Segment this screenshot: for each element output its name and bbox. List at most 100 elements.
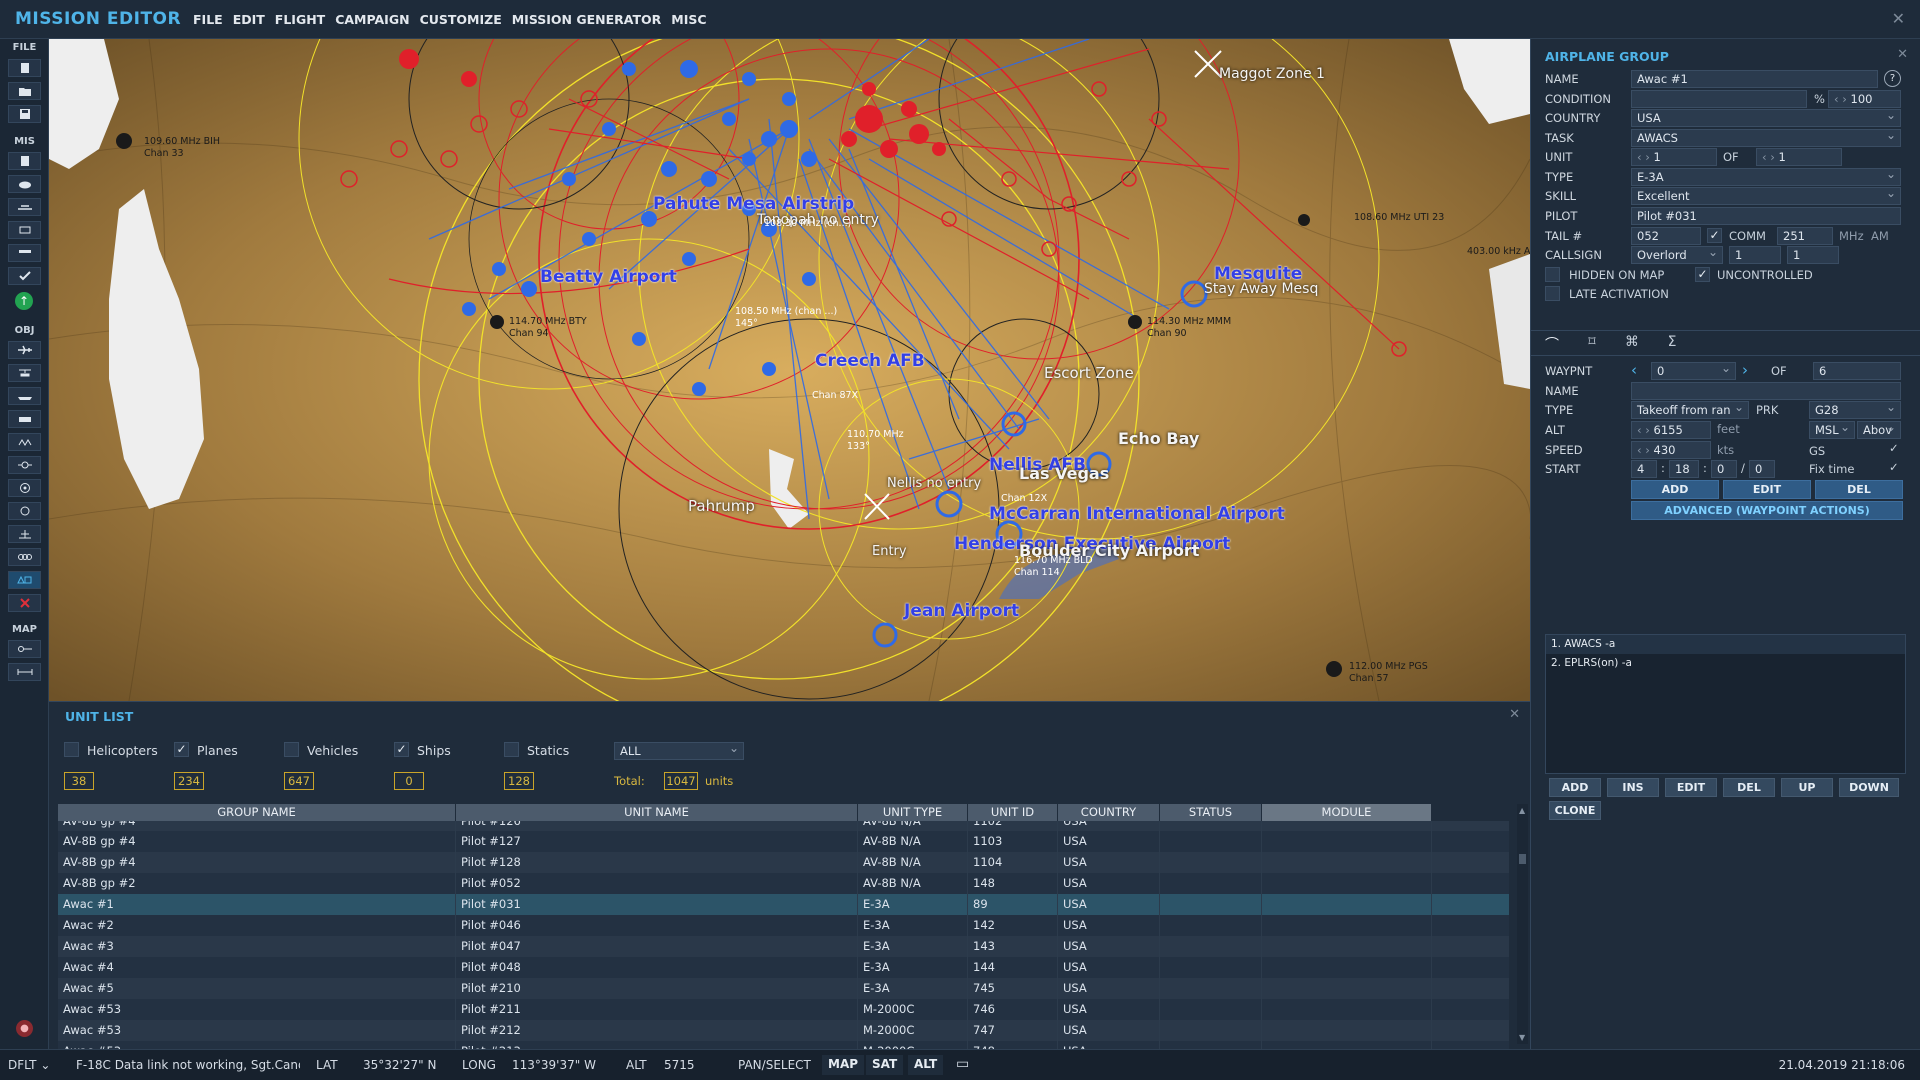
gs-checkbox[interactable]: ✓ (1889, 441, 1899, 455)
filter-vehicles-checkbox[interactable] (284, 742, 299, 757)
menu-flight[interactable]: FLIGHT (275, 12, 325, 27)
skill-select[interactable]: Excellent (1631, 187, 1901, 205)
country-select[interactable]: USA (1631, 109, 1901, 127)
check-icon[interactable] (8, 267, 41, 285)
unit-stepper[interactable]: ‹ › 1 (1631, 148, 1717, 166)
filter-ships-checkbox[interactable]: ✓ (394, 742, 409, 757)
close-icon[interactable]: ✕ (1892, 9, 1905, 28)
start-hour-input[interactable]: 18 (1669, 460, 1699, 478)
targets-tab-icon[interactable]: ⌑ (1577, 334, 1607, 352)
layer-select[interactable]: DFLT ⌄ (8, 1058, 50, 1072)
menu-file[interactable]: FILE (193, 12, 223, 27)
action-insert-button[interactable]: INS (1607, 778, 1659, 797)
probability-stepper[interactable]: ‹ › 100 (1828, 90, 1901, 108)
map-canvas[interactable] (49, 39, 1530, 701)
parking-select[interactable]: G28 (1809, 401, 1901, 419)
callsign-select[interactable]: Overlord (1631, 246, 1723, 264)
add-static-icon[interactable] (8, 433, 41, 451)
col-status[interactable]: STATUS (1160, 804, 1262, 821)
summary-tab-icon[interactable]: Σ (1657, 334, 1687, 352)
close-icon[interactable]: ✕ (1897, 47, 1908, 62)
alt-view-button[interactable]: ALT (908, 1055, 944, 1075)
add-helicopter-icon[interactable] (8, 364, 41, 382)
add-vehicle-icon[interactable] (8, 410, 41, 428)
add-nav-target-icon[interactable] (8, 502, 41, 520)
table-row[interactable]: Awac #4 Pilot #048 E-3A 144 USA (58, 957, 1509, 978)
callsign-number-1[interactable]: 1 (1729, 246, 1781, 264)
col-unit-id[interactable]: UNIT ID (968, 804, 1058, 821)
waypoint-name-input[interactable] (1631, 382, 1901, 400)
add-zone-icon[interactable] (8, 479, 41, 497)
callsign-number-2[interactable]: 1 (1787, 246, 1839, 264)
hidden-on-map-checkbox[interactable] (1545, 267, 1560, 282)
table-row[interactable]: AV-8B gp #2 Pilot #052 AV-8B N/A 148 USA (58, 873, 1509, 894)
col-country[interactable]: COUNTRY (1058, 804, 1160, 821)
speed-stepper[interactable]: ‹ › 430 (1631, 441, 1711, 459)
altitude-stepper[interactable]: ‹ › 6155 (1631, 421, 1711, 439)
mission-goals-icon[interactable] (8, 152, 41, 170)
action-delete-button[interactable]: DEL (1723, 778, 1775, 797)
save-mission-icon[interactable] (8, 105, 41, 123)
menu-misc[interactable]: MISC (671, 12, 706, 27)
table-row[interactable]: Awac #53 Pilot #212 M-2000C 747 USA (58, 1020, 1509, 1041)
waypoint-action-list[interactable]: 1. AWACS -a 2. EPLRS(on) -a (1545, 634, 1906, 774)
menu-edit[interactable]: EDIT (233, 12, 265, 27)
prev-waypoint-icon[interactable]: ‹ (1631, 361, 1637, 379)
advanced-waypoint-actions-button[interactable]: ADVANCED (WAYPOINT ACTIONS) (1631, 501, 1903, 520)
route-tab-icon[interactable]: ⌒ (1537, 334, 1567, 353)
col-group-name[interactable]: GROUP NAME (58, 804, 456, 821)
filter-statics-checkbox[interactable] (504, 742, 519, 757)
map-view-button[interactable]: MAP (822, 1055, 865, 1075)
satellite-view-button[interactable]: SAT (866, 1055, 904, 1075)
comm-checkbox[interactable]: ✓ (1707, 228, 1722, 243)
action-item[interactable]: 2. EPLRS(on) -a (1546, 654, 1905, 673)
pilot-input[interactable]: Pilot #031 (1631, 207, 1901, 225)
unit-total-stepper[interactable]: ‹ › 1 (1756, 148, 1842, 166)
unit-list-scrollbar[interactable]: ▲ ▼ (1517, 804, 1528, 1044)
payload-tab-icon[interactable]: ⌘ (1617, 334, 1647, 352)
menu-campaign[interactable]: CAMPAIGN (335, 12, 409, 27)
ruler-icon[interactable] (8, 663, 41, 681)
unit-list-icon[interactable] (8, 548, 41, 566)
table-row[interactable]: AV-8B gp #4 Pilot #126 AV-8B N/A 1102 USA (58, 821, 1509, 831)
group-name-input[interactable]: Awac #1 (1631, 70, 1878, 88)
table-row[interactable]: AV-8B gp #4 Pilot #128 AV-8B N/A 1104 USA (58, 852, 1509, 873)
col-unit-name[interactable]: UNIT NAME (456, 804, 858, 821)
table-row[interactable]: AV-8B gp #4 Pilot #127 AV-8B N/A 1103 USA (58, 831, 1509, 852)
filter-planes-checkbox[interactable]: ✓ (174, 742, 189, 757)
resource-icon[interactable] (8, 221, 41, 239)
add-waypoint-icon[interactable] (8, 456, 41, 474)
start-second-input[interactable]: 0 (1749, 460, 1775, 478)
uncontrolled-checkbox[interactable]: ✓ (1695, 267, 1710, 282)
add-template-icon[interactable] (8, 525, 41, 543)
late-activation-checkbox[interactable] (1545, 286, 1560, 301)
camera-icon[interactable]: ▭ (956, 1056, 969, 1072)
action-edit-button[interactable]: EDIT (1665, 778, 1717, 797)
start-day-input[interactable]: 4 (1631, 460, 1657, 478)
comm-frequency-input[interactable]: 251 (1777, 227, 1833, 245)
comm-modulation[interactable]: AM (1871, 229, 1889, 243)
col-unit-type[interactable]: UNIT TYPE (858, 804, 968, 821)
weather-icon[interactable] (8, 175, 41, 193)
start-minute-input[interactable]: 0 (1711, 460, 1737, 478)
table-row[interactable]: Awac #2 Pilot #046 E-3A 142 USA (58, 915, 1509, 936)
filter-helicopters-checkbox[interactable] (64, 742, 79, 757)
add-plane-icon[interactable] (8, 341, 41, 359)
action-clone-button[interactable]: CLONE (1549, 801, 1601, 820)
col-module[interactable]: MODULE (1262, 804, 1432, 821)
coalition-select[interactable]: ALL (614, 742, 744, 760)
next-waypoint-icon[interactable]: › (1742, 361, 1748, 379)
delete-waypoint-button[interactable]: DEL (1815, 480, 1903, 499)
condition-input[interactable] (1631, 90, 1807, 108)
fly-mission-icon[interactable]: ↑ (15, 292, 33, 310)
map-options-icon[interactable] (8, 640, 41, 658)
table-row[interactable]: Awac #1 Pilot #031 E-3A 89 USA (58, 894, 1509, 915)
add-ship-icon[interactable] (8, 387, 41, 405)
trigger-icon[interactable] (8, 198, 41, 216)
fix-time-checkbox[interactable]: ✓ (1889, 460, 1899, 474)
menu-customize[interactable]: CUSTOMIZE (420, 12, 502, 27)
briefing-icon[interactable] (8, 244, 41, 262)
table-row[interactable]: Awac #5 Pilot #210 E-3A 745 USA (58, 978, 1509, 999)
table-row[interactable]: Awac #53 Pilot #211 M-2000C 746 USA (58, 999, 1509, 1020)
delete-icon[interactable] (8, 594, 41, 612)
